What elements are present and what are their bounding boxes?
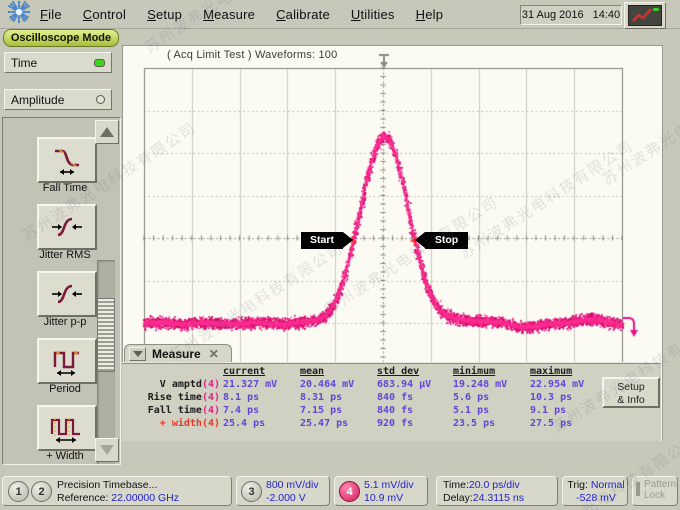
fall-time-maximum: 9.1 ps	[530, 405, 566, 416]
menu-measure[interactable]: Measure	[203, 7, 255, 22]
setup-info-button[interactable]: Setup & Info	[602, 377, 660, 408]
chevron-down-icon	[133, 351, 143, 357]
col-std-dev: std dev	[377, 366, 419, 377]
agilent-spark-icon	[8, 1, 30, 28]
time-text: 14:40	[593, 9, 621, 21]
period-button[interactable]	[37, 338, 97, 384]
channel-3-status-panel[interactable]: 3 800 mV/div-2.000 V	[236, 476, 330, 506]
channel-3-scale: 800 mV/div-2.000 V	[266, 479, 319, 505]
measure-tab[interactable]: Measure ✕	[124, 344, 232, 363]
time-category-label: Time	[11, 56, 37, 70]
row-label-v-amptd: V amptd(4)	[122, 379, 220, 390]
v-amptd-std-dev: 683.94 µV	[377, 379, 431, 390]
menu-control[interactable]: Control	[83, 7, 126, 22]
plus-width-minimum: 23.5 ps	[453, 418, 495, 429]
trigger-status-panel[interactable]: Trig: Normal -528 mV	[562, 476, 628, 506]
arrow-up-icon	[100, 127, 114, 137]
rise-time-std-dev: 840 fs	[377, 392, 413, 403]
touchscreen-button[interactable]	[624, 2, 666, 29]
scrollbar-thumb[interactable]	[97, 298, 115, 372]
amplitude-category-dropdown[interactable]: Amplitude	[4, 89, 112, 110]
plus-width-icon	[50, 412, 84, 444]
fall-time-button[interactable]	[37, 137, 97, 183]
collapse-panel-button[interactable]	[129, 347, 146, 361]
jitter-rms-icon	[50, 212, 84, 242]
menu-help[interactable]: Help	[416, 7, 444, 22]
arrow-down-icon	[100, 445, 114, 455]
menu-setup[interactable]: Setup	[147, 7, 182, 22]
rise-time-current: 8.1 ps	[223, 392, 259, 403]
channel-2-button[interactable]: 2	[31, 481, 52, 502]
plus-width-button[interactable]	[37, 405, 97, 451]
off-led-icon	[96, 95, 105, 104]
datetime-display: 31 Aug 2016 14:40	[520, 5, 622, 25]
fall-time-current: 7.4 ps	[223, 405, 259, 416]
scrollbar-track[interactable]	[97, 260, 115, 465]
measure-table: current mean std dev minimum maximum V a…	[122, 362, 661, 441]
measurement-button-panel: Fall Time Jitter RMS Jitter p-p	[2, 117, 121, 465]
scope-trace-icon	[628, 5, 662, 26]
measure-tab-label: Measure	[152, 347, 201, 361]
green-led-icon	[94, 59, 105, 67]
plus-width-maximum: 27.5 ps	[530, 418, 572, 429]
fall-time-mean: 7.15 ps	[300, 405, 342, 416]
acq-limit-header: ( Acq Limit Test ) Waveforms: 100	[167, 49, 337, 61]
v-amptd-minimum: 19.248 mV	[453, 379, 507, 390]
start-marker-flag[interactable]: Start	[301, 232, 343, 249]
menu-file[interactable]: File	[40, 7, 62, 22]
time-delay-text: Time:20.0 ps/div Delay:24.3115 ns	[443, 479, 524, 505]
rise-time-maximum: 10.3 ps	[530, 392, 572, 403]
timebase-status-panel[interactable]: 1 2 Precision Timebase... Reference: 22.…	[2, 476, 232, 506]
menu-calibrate[interactable]: Calibrate	[276, 7, 330, 22]
stop-marker-flag[interactable]: Stop	[425, 232, 468, 249]
plus-width-mean: 25.47 ps	[300, 418, 348, 429]
channel-4-scale: 5.1 mV/div10.9 mV	[364, 479, 414, 505]
jitter-pp-button[interactable]	[37, 271, 97, 317]
rise-time-minimum: 5.6 ps	[453, 392, 489, 403]
pattern-lock-button[interactable]: PatternLock	[632, 476, 678, 506]
row-label-rise-time: Rise time(4)	[122, 392, 220, 403]
horizontal-status-panel[interactable]: Time:20.0 ps/div Delay:24.3115 ns	[436, 476, 558, 506]
date-text: 31 Aug 2016	[522, 9, 584, 21]
oscilloscope-screen: File Control Setup Measure Calibrate Uti…	[0, 0, 680, 510]
time-category-dropdown[interactable]: Time	[4, 52, 112, 73]
jitter-pp-icon	[50, 279, 84, 309]
v-amptd-mean: 20.464 mV	[300, 379, 354, 390]
plus-width-std-dev: 920 fs	[377, 418, 413, 429]
v-amptd-current: 21.327 mV	[223, 379, 277, 390]
lock-icon	[636, 484, 640, 497]
channel-4-status-panel[interactable]: 4 5.1 mV/div10.9 mV	[334, 476, 428, 506]
channel-3-button[interactable]: 3	[241, 481, 262, 502]
row-label-fall-time: Fall time(4)	[122, 405, 220, 416]
period-icon	[50, 345, 84, 377]
rise-time-mean: 8.31 ps	[300, 392, 342, 403]
col-minimum: minimum	[453, 366, 495, 377]
fall-time-std-dev: 840 fs	[377, 405, 413, 416]
fall-time-icon	[50, 145, 84, 175]
v-amptd-maximum: 22.954 mV	[530, 379, 584, 390]
measure-results-panel: Measure ✕ current mean std dev minimum m…	[122, 344, 661, 440]
pattern-lock-label: PatternLock	[644, 479, 676, 501]
amplitude-category-label: Amplitude	[11, 93, 64, 107]
row-label-plus-width: + width(4)	[122, 418, 220, 429]
fall-time-label: Fall Time	[3, 182, 121, 194]
timebase-text: Precision Timebase... Reference: 22.0000…	[57, 479, 179, 505]
plus-width-current: 25.4 ps	[223, 418, 265, 429]
scroll-down-button[interactable]	[95, 438, 119, 462]
scroll-up-button[interactable]	[95, 120, 119, 144]
jitter-rms-button[interactable]	[37, 204, 97, 250]
fall-time-minimum: 5.1 ps	[453, 405, 489, 416]
trigger-text: Trig: Normal -528 mV	[567, 479, 625, 505]
channel-1-button[interactable]: 1	[8, 481, 29, 502]
col-maximum: maximum	[530, 366, 572, 377]
close-icon[interactable]: ✕	[209, 347, 219, 361]
menu-utilities[interactable]: Utilities	[351, 7, 395, 22]
channel-4-button[interactable]: 4	[339, 481, 360, 502]
oscilloscope-mode-label: Oscilloscope Mode	[3, 29, 119, 47]
col-mean: mean	[300, 366, 324, 377]
col-current: current	[223, 366, 265, 377]
